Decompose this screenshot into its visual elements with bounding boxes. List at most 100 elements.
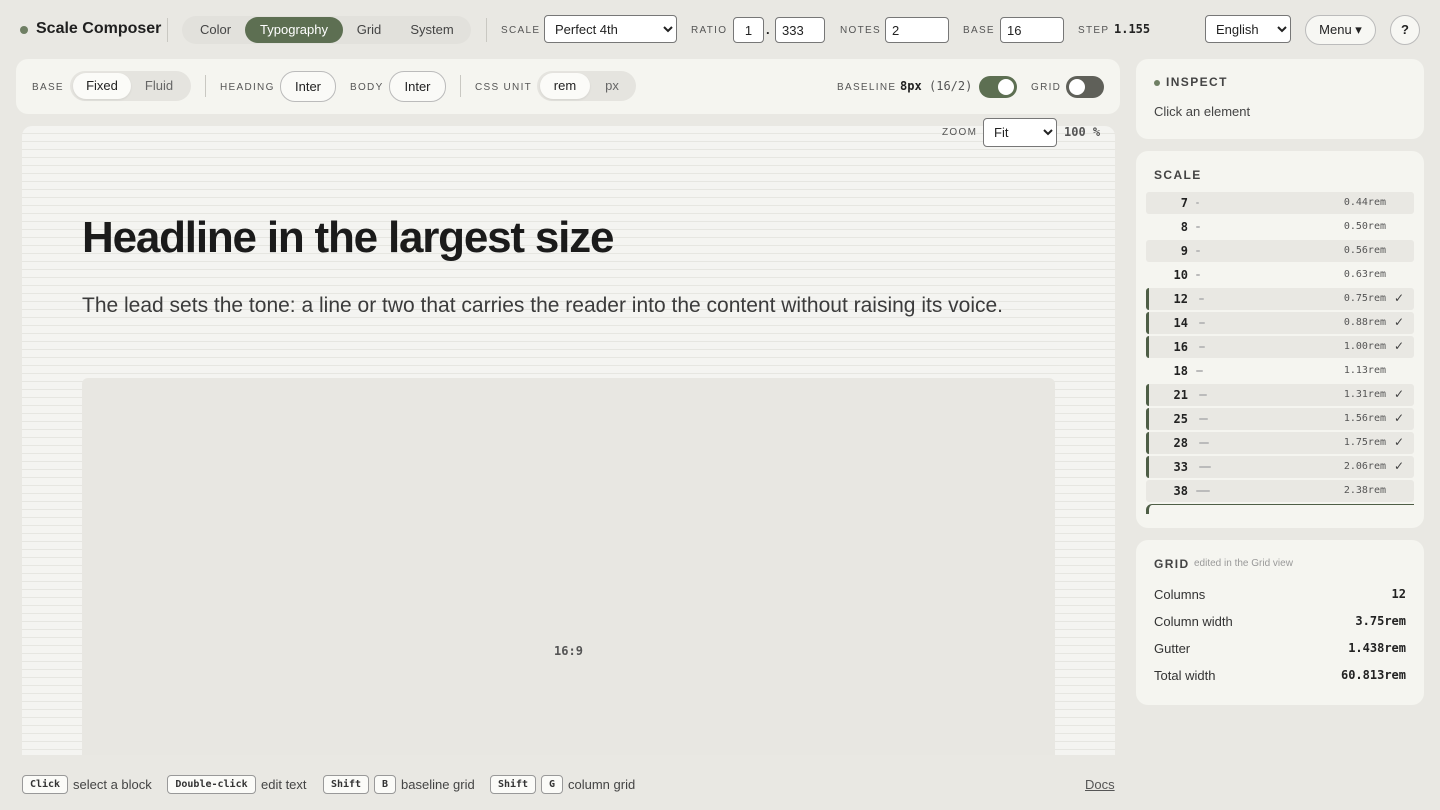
toggle-knob <box>1069 79 1085 95</box>
grid-row-label: Total width <box>1154 668 1216 683</box>
scale-panel: SCALE 7 0.44rem 8 0.50rem 9 0.56rem 10 0.63rem 1… <box>1136 151 1424 528</box>
body-font-button[interactable]: Inter <box>389 71 446 102</box>
baseline-toggle[interactable] <box>979 76 1017 98</box>
language-select[interactable]: English <box>1205 15 1291 43</box>
grid-row-label: Gutter <box>1154 641 1191 656</box>
tab-color[interactable]: Color <box>185 17 246 43</box>
scale-row-bar <box>1196 370 1203 372</box>
scale-row-rem: 1.00rem <box>1343 341 1386 352</box>
tab-grid[interactable]: Grid <box>344 17 394 43</box>
scale-row-px: 16 <box>1173 340 1188 354</box>
base-label: BASE <box>963 25 995 36</box>
scale-row-partial <box>1146 504 1414 514</box>
unit-px-button[interactable]: px <box>591 73 633 99</box>
scale-row[interactable]: 38 2.38rem <box>1146 480 1414 502</box>
scale-row-rem: 0.88rem <box>1343 317 1386 328</box>
scale-row-bar <box>1199 394 1207 396</box>
base-input[interactable] <box>1000 17 1064 43</box>
scale-row-bar <box>1196 202 1199 204</box>
check-icon: ✓ <box>1393 315 1404 329</box>
scale-row[interactable]: 14 0.88rem ✓ <box>1146 312 1414 334</box>
scale-row[interactable]: 28 1.75rem ✓ <box>1146 432 1414 454</box>
scale-row[interactable]: 8 0.50rem <box>1146 216 1414 238</box>
scale-row[interactable]: 16 1.00rem ✓ <box>1146 336 1414 358</box>
scale-row[interactable]: 9 0.56rem <box>1146 240 1414 262</box>
grid-row-total-width: Total width 60.813rem <box>1154 668 1406 686</box>
preview-headline[interactable]: Headline in the largest size <box>82 213 614 263</box>
scale-row[interactable]: 21 1.31rem ✓ <box>1146 384 1414 406</box>
base-fixed-button[interactable]: Fixed <box>73 73 131 99</box>
scale-row-px: 12 <box>1173 292 1188 306</box>
scale-row-rem: 0.63rem <box>1343 269 1386 280</box>
tab-typography[interactable]: Typography <box>245 17 343 43</box>
ratio-int-input[interactable] <box>733 17 764 43</box>
grid-row-value: 3.75rem <box>1355 614 1406 628</box>
heading-font-button[interactable]: Inter <box>280 71 336 102</box>
grid-row-label: Columns <box>1154 587 1206 602</box>
toggle-knob <box>998 79 1014 95</box>
scale-row-bar <box>1196 274 1200 276</box>
preview-lead[interactable]: The lead sets the tone: a line or two th… <box>82 290 1042 322</box>
grid-toggle[interactable] <box>1066 76 1104 98</box>
base-fluid-button[interactable]: Fluid <box>132 73 186 99</box>
scale-row-bar <box>1199 442 1209 444</box>
ratio-separator: . <box>766 22 770 37</box>
scale-row-bar <box>1199 346 1205 348</box>
baseline-value: 8px <box>900 79 922 93</box>
grid-panel-subtitle: edited in the Grid view <box>1194 558 1293 569</box>
check-icon: ✓ <box>1393 459 1404 473</box>
css-unit-label: CSS UNIT <box>475 82 533 93</box>
css-unit-segment: rem px <box>537 71 636 101</box>
scale-row-rem: 0.44rem <box>1343 197 1386 208</box>
notes-label: NOTES <box>840 25 881 36</box>
scale-row-bar <box>1196 490 1210 492</box>
grid-row-value: 1.438rem <box>1348 641 1406 655</box>
kbd-b: B <box>374 775 396 794</box>
inspect-hint: Click an element <box>1154 104 1251 119</box>
kbd-shift: Shift <box>323 775 369 794</box>
ratio-frac-input[interactable] <box>775 17 825 43</box>
scale-row-bar <box>1199 466 1211 468</box>
zoom-percent: 100 % <box>1064 125 1101 139</box>
step-label: STEP <box>1078 25 1110 36</box>
scale-row[interactable]: 7 0.44rem <box>1146 192 1414 214</box>
grid-panel-title: GRID <box>1154 557 1190 571</box>
scale-row[interactable]: 12 0.75rem ✓ <box>1146 288 1414 310</box>
scale-row-rem: 2.06rem <box>1343 461 1386 472</box>
heading-label: HEADING <box>220 82 275 93</box>
divider <box>486 18 487 42</box>
help-button[interactable]: ? <box>1390 15 1420 45</box>
scale-row-px: 7 <box>1180 196 1188 210</box>
scale-row[interactable]: 25 1.56rem ✓ <box>1146 408 1414 430</box>
scale-select[interactable]: Perfect 4th <box>544 15 677 43</box>
grid-row-value: 12 <box>1391 587 1406 601</box>
docs-link[interactable]: Docs <box>1085 777 1115 792</box>
scale-row-px: 25 <box>1173 412 1188 426</box>
toolbar-base-label: BASE <box>32 82 64 93</box>
scale-row[interactable]: 10 0.63rem <box>1146 264 1414 286</box>
preview-media-block[interactable]: 16:9 <box>82 378 1055 755</box>
notes-input[interactable] <box>885 17 949 43</box>
grid-label: GRID <box>1031 82 1062 93</box>
check-icon: ✓ <box>1393 339 1404 353</box>
app-title: Scale Composer <box>36 20 162 37</box>
scale-row[interactable]: 18 1.13rem <box>1146 360 1414 382</box>
scale-row-px: 33 <box>1173 460 1188 474</box>
divider <box>205 75 206 97</box>
scale-row[interactable]: 33 2.06rem ✓ <box>1146 456 1414 478</box>
scale-row-rem: 0.56rem <box>1343 245 1386 256</box>
grid-row-label: Column width <box>1154 614 1233 629</box>
menu-button[interactable]: Menu ▾ <box>1305 15 1376 45</box>
unit-rem-button[interactable]: rem <box>540 73 590 99</box>
kbd-g: G <box>541 775 563 794</box>
scale-row-rem: 1.56rem <box>1343 413 1386 424</box>
media-ratio-label: 16:9 <box>554 644 583 658</box>
scale-panel-title: SCALE <box>1154 168 1202 182</box>
divider <box>460 75 461 97</box>
zoom-select[interactable]: Fit <box>983 118 1057 147</box>
check-icon: ✓ <box>1393 411 1404 425</box>
baseline-note: (16/2) <box>929 79 973 93</box>
scale-row-px: 8 <box>1180 220 1188 234</box>
tab-system[interactable]: System <box>398 17 466 43</box>
scale-row-rem: 1.75rem <box>1343 437 1386 448</box>
